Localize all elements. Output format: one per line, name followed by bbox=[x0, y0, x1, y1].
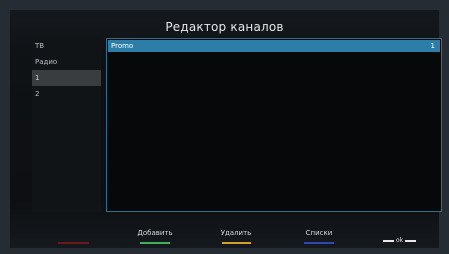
channel-list: Promo 1 bbox=[106, 38, 442, 212]
ok-line-left bbox=[383, 239, 394, 242]
yellow-button-bar bbox=[222, 242, 251, 244]
category-item-tv[interactable]: ТВ bbox=[32, 38, 101, 54]
ok-label: ok bbox=[396, 237, 404, 244]
red-button-bar[interactable] bbox=[58, 242, 89, 244]
blue-button-bar bbox=[304, 242, 334, 244]
ok-line-right bbox=[405, 239, 417, 242]
category-item-2[interactable]: 2 bbox=[32, 86, 101, 102]
page-title: Редактор каналов bbox=[165, 20, 284, 34]
category-item-radio[interactable]: Радио bbox=[32, 54, 101, 70]
add-button-label: Добавить bbox=[137, 229, 173, 237]
channel-row[interactable]: Promo 1 bbox=[108, 40, 440, 52]
lists-button[interactable]: Списки bbox=[294, 229, 344, 237]
category-item-1[interactable]: 1 bbox=[32, 70, 101, 86]
lists-button-label: Списки bbox=[305, 229, 333, 237]
category-list: ТВ Радио 1 2 bbox=[32, 38, 101, 212]
delete-button-label: Удалить bbox=[220, 229, 252, 237]
delete-button[interactable]: Удалить bbox=[211, 229, 261, 237]
channel-number: 1 bbox=[430, 42, 435, 50]
ok-button[interactable]: ok bbox=[383, 237, 417, 244]
add-button[interactable]: Добавить bbox=[130, 229, 180, 237]
channel-name: Promo bbox=[111, 42, 134, 50]
green-button-bar bbox=[140, 242, 170, 244]
